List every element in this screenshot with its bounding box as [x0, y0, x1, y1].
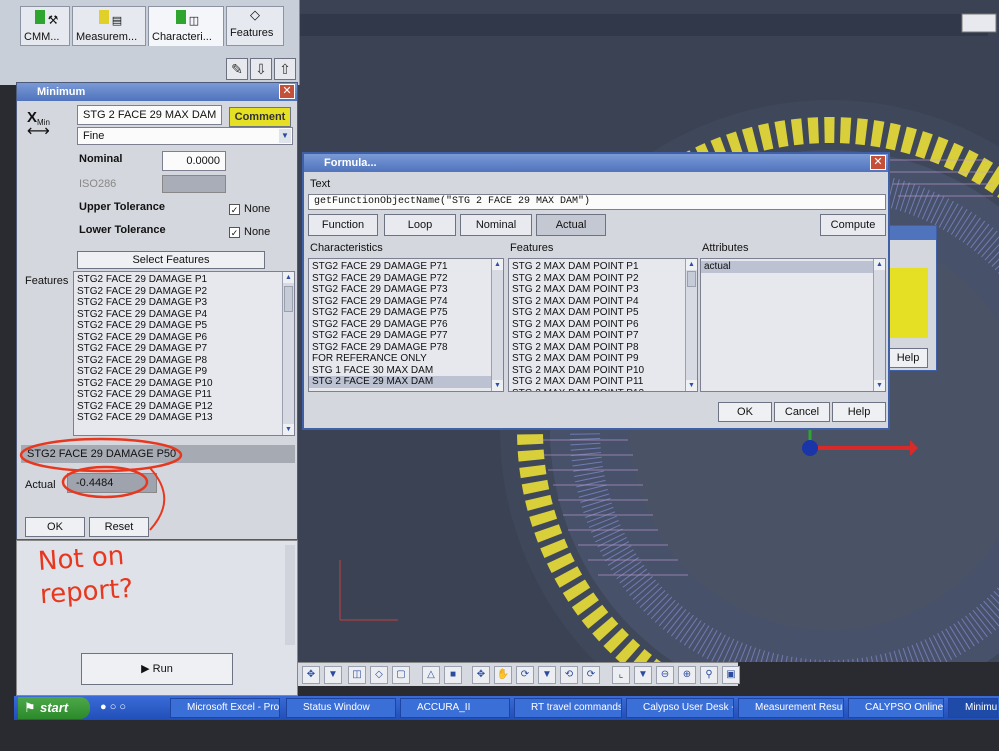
- annotation-line-1: Not on: [37, 541, 126, 577]
- annotation-line-2: report?: [39, 573, 135, 611]
- annotation-curve: [149, 467, 166, 531]
- annotation-marks: [19, 437, 183, 531]
